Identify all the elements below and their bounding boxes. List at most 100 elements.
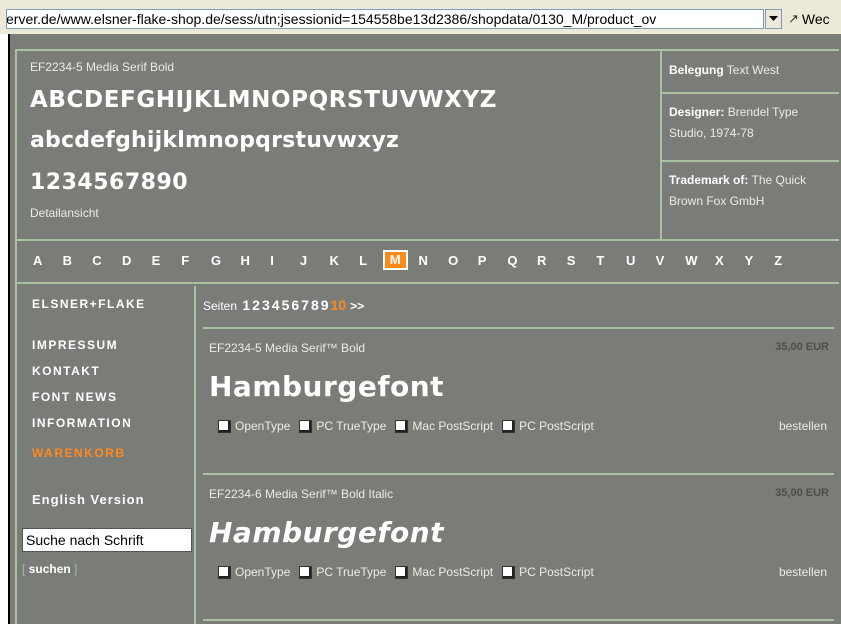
checkbox[interactable] <box>299 565 313 579</box>
page-link-9[interactable]: 9 <box>321 297 329 313</box>
letter-x[interactable]: X <box>715 253 724 268</box>
bracket-open: [ <box>22 562 26 576</box>
nav-elsner-flake[interactable]: ELSNER+FLAKE <box>32 297 146 311</box>
divider <box>203 619 834 621</box>
designer-label: Designer: <box>669 105 725 119</box>
page-link-5[interactable]: 5 <box>282 297 290 313</box>
page-link-10[interactable]: 10 <box>331 297 347 313</box>
format-label: Mac PostScript <box>412 565 494 579</box>
format-label: PC TrueType <box>316 419 387 433</box>
nav-font-news[interactable]: FONT NEWS <box>32 390 118 404</box>
page-link-1[interactable]: 1 <box>242 297 250 313</box>
next-page-link[interactable]: >> <box>350 299 364 313</box>
product-list: Seiten 1 2 3 4 5 6 7 8 9 10 >> EF2234-5 Media Seri… <box>198 286 839 624</box>
designer-info: Designer: Brendel Type Studio, 1974-78 <box>662 94 839 162</box>
letter-h[interactable]: H <box>241 253 250 268</box>
format-pc-truetype[interactable]: PC TrueType <box>299 565 386 579</box>
specimen-lowercase: abcdefghijklmnopqrstuvwxyz <box>30 128 400 153</box>
format-label: PC PostScript <box>519 419 594 433</box>
divider <box>203 327 834 329</box>
letter-j[interactable]: J <box>300 253 307 268</box>
letter-l[interactable]: L <box>359 253 367 268</box>
checkbox[interactable] <box>395 565 409 579</box>
specimen-digits: 1234567890 <box>30 170 189 195</box>
search-button[interactable]: [ suchen ] <box>22 562 77 576</box>
product-preview: Hamburgefont <box>209 516 445 549</box>
nav-impressum[interactable]: IMPRESSUM <box>32 338 118 352</box>
format-pc-truetype[interactable]: PC TrueType <box>299 419 386 433</box>
letter-o[interactable]: O <box>448 253 458 268</box>
format-options: OpenType PC TrueType Mac PostScript PC P… <box>218 565 603 579</box>
page-link-7[interactable]: 7 <box>301 297 309 313</box>
checkbox[interactable] <box>502 419 516 433</box>
font-header: EF2234-5 Media Serif Bold ABCDEFGHIJKLMN… <box>17 51 839 241</box>
product-item: EF2234-5 Media Serif™ Bold 35,00 EUR Ham… <box>198 330 839 470</box>
alphabet-nav: A B C D E F G H I J K LMN O P Q R S T U V W X Y Z <box>17 241 839 284</box>
nav-kontakt[interactable]: KONTAKT <box>32 364 100 378</box>
page-link-2[interactable]: 2 <box>252 297 260 313</box>
pagination: Seiten 1 2 3 4 5 6 7 8 9 10 >> <box>203 297 364 313</box>
page-link-4[interactable]: 4 <box>272 297 280 313</box>
letter-r[interactable]: R <box>537 253 546 268</box>
url-field[interactable]: server.de/www.elsner-flake-shop.de/sess/… <box>6 9 764 29</box>
letter-i[interactable]: I <box>270 253 274 268</box>
checkbox[interactable] <box>395 419 409 433</box>
letter-z[interactable]: Z <box>774 253 782 268</box>
letter-t[interactable]: T <box>596 253 604 268</box>
letter-q[interactable]: Q <box>507 253 517 268</box>
go-button[interactable]: ↗ Wec <box>788 9 830 29</box>
checkbox[interactable] <box>218 419 231 433</box>
page-link-8[interactable]: 8 <box>311 297 319 313</box>
nav-warenkorb[interactable]: WARENKORB <box>32 446 126 460</box>
format-mac-postscript[interactable]: Mac PostScript <box>395 565 493 579</box>
format-mac-postscript[interactable]: Mac PostScript <box>395 419 493 433</box>
format-label: PC PostScript <box>519 565 594 579</box>
letter-f[interactable]: F <box>181 253 189 268</box>
nav-information[interactable]: INFORMATION <box>32 416 132 430</box>
letter-u[interactable]: U <box>626 253 635 268</box>
format-label: OpenType <box>235 419 291 433</box>
go-arrow-icon: ↗ <box>788 11 799 26</box>
nav-english-version[interactable]: English Version <box>32 492 145 507</box>
product-preview: Hamburgefont <box>209 370 445 403</box>
format-pc-postscript[interactable]: PC PostScript <box>502 419 594 433</box>
letter-n[interactable]: N <box>418 253 427 268</box>
format-options: OpenType PC TrueType Mac PostScript PC P… <box>218 419 603 433</box>
letter-b[interactable]: B <box>63 253 72 268</box>
page-link-6[interactable]: 6 <box>291 297 299 313</box>
checkbox[interactable] <box>299 419 313 433</box>
frame-edge <box>0 34 10 624</box>
font-name: EF2234-5 Media Serif Bold <box>30 60 175 74</box>
left-navigation: ELSNER+FLAKE IMPRESSUM KONTAKT FONT NEWS… <box>17 286 196 624</box>
checkbox[interactable] <box>218 565 231 579</box>
format-opentype[interactable]: OpenType <box>218 419 290 433</box>
letter-m[interactable]: M <box>382 250 408 270</box>
letter-d[interactable]: D <box>122 253 131 268</box>
letter-s[interactable]: S <box>567 253 576 268</box>
order-link[interactable]: bestellen <box>779 565 827 579</box>
letter-k[interactable]: K <box>330 253 339 268</box>
letter-a[interactable]: A <box>33 253 42 268</box>
letter-v[interactable]: V <box>656 253 665 268</box>
letter-w[interactable]: W <box>685 253 697 268</box>
divider <box>203 473 834 475</box>
letter-e[interactable]: E <box>152 253 161 268</box>
letter-p[interactable]: P <box>478 253 487 268</box>
page-link-3[interactable]: 3 <box>262 297 270 313</box>
detail-view-link[interactable]: Detailansicht <box>30 206 99 220</box>
format-pc-postscript[interactable]: PC PostScript <box>502 565 594 579</box>
font-search-input[interactable] <box>22 528 192 552</box>
checkbox[interactable] <box>502 565 516 579</box>
product-name: EF2234-5 Media Serif™ Bold <box>209 341 366 355</box>
url-dropdown-button[interactable] <box>765 9 782 29</box>
format-opentype[interactable]: OpenType <box>218 565 290 579</box>
font-info-panel: Belegung Text West Designer: Brendel Typ… <box>662 51 839 239</box>
specimen-uppercase: ABCDEFGHIJKLMNOPQRSTUVWXYZ <box>30 87 498 113</box>
format-label: PC TrueType <box>316 565 387 579</box>
letter-y[interactable]: Y <box>745 253 754 268</box>
letter-g[interactable]: G <box>211 253 221 268</box>
specimen-panel: EF2234-5 Media Serif Bold ABCDEFGHIJKLMN… <box>17 51 662 239</box>
order-link[interactable]: bestellen <box>779 419 827 433</box>
product-price: 35,00 EUR <box>775 341 829 353</box>
letter-c[interactable]: C <box>92 253 101 268</box>
